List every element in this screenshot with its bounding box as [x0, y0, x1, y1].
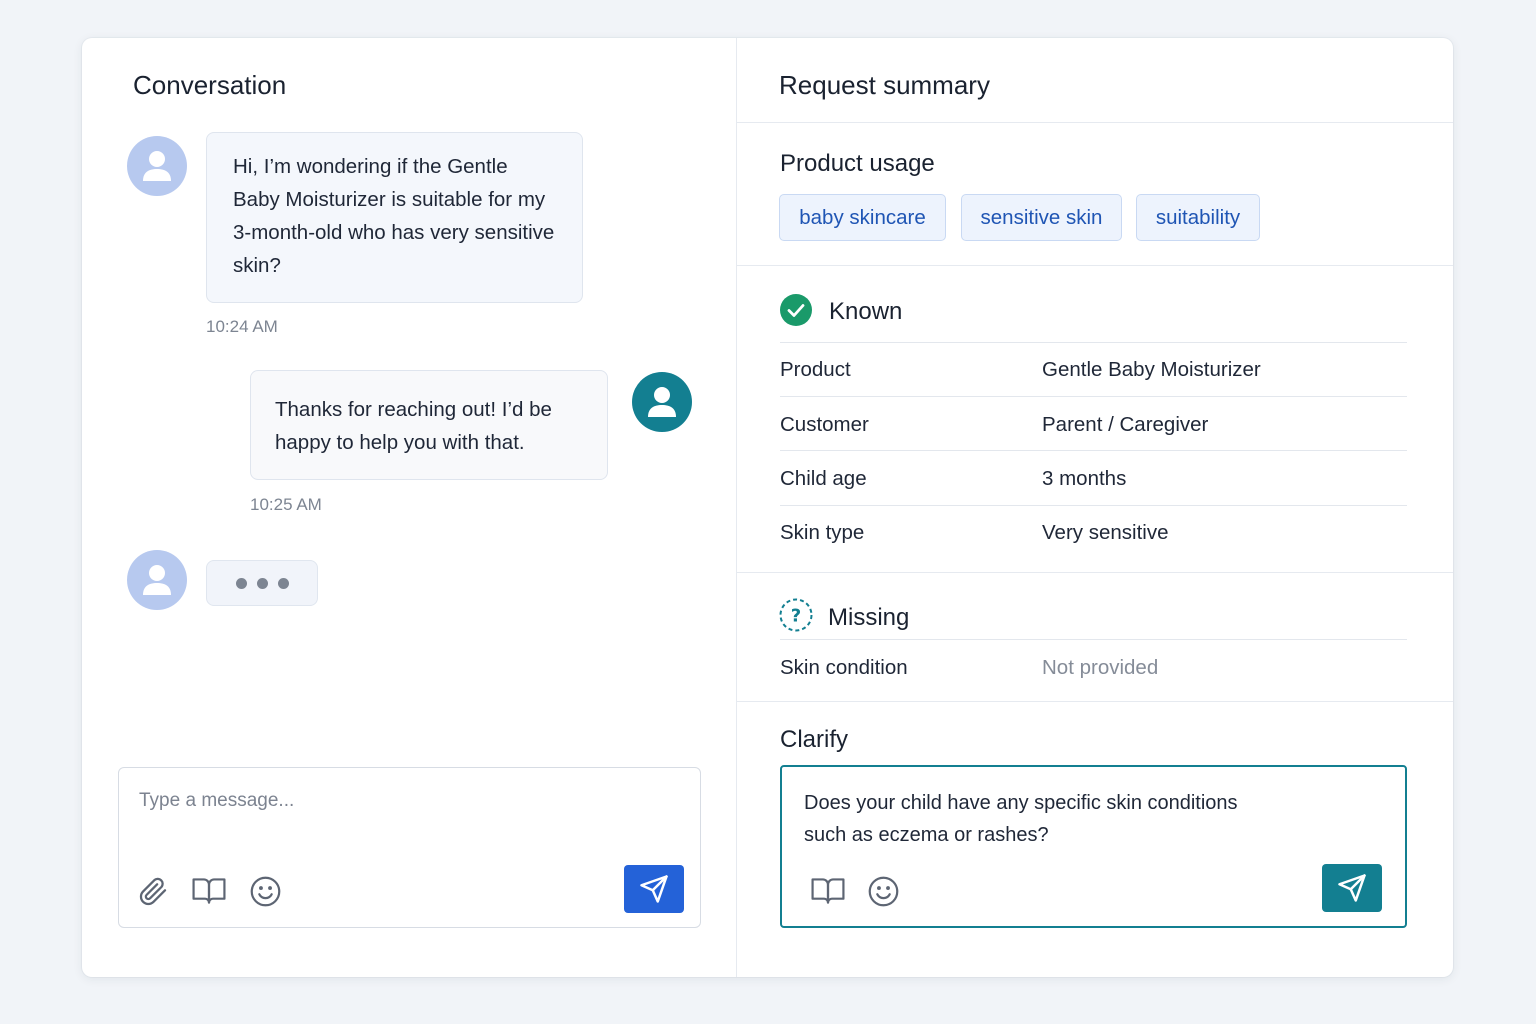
known-label: Known — [829, 298, 903, 325]
message-input[interactable] — [139, 790, 659, 812]
typing-dot — [277, 577, 289, 589]
missing-key-skin-condition: Skin condition — [780, 656, 908, 679]
row-divider — [780, 450, 1407, 451]
agent-message-bubble: Thanks for reaching out! I’d be happy to… — [250, 370, 608, 480]
customer-message-text: Hi, I’m wondering if the Gentle Baby Moi… — [233, 155, 555, 277]
conversation-title: Conversation — [133, 70, 287, 100]
customer-message-time: 10:24 AM — [206, 317, 278, 336]
summary-panel: Request summary Product usage baby skinc… — [737, 38, 1453, 977]
summary-title: Request summary — [779, 70, 990, 100]
send-button[interactable] — [624, 865, 684, 913]
known-value-child-age: 3 months — [1042, 467, 1127, 490]
divider — [737, 701, 1453, 702]
send-icon — [1338, 874, 1366, 902]
row-divider — [780, 505, 1407, 506]
typing-indicator — [206, 560, 318, 606]
known-key-product: Product — [780, 358, 851, 381]
smiley-icon[interactable] — [865, 873, 901, 909]
book-icon[interactable] — [810, 873, 846, 909]
clarify-send-button[interactable] — [1322, 864, 1382, 912]
question-circle-icon: ? — [779, 598, 813, 632]
known-key-skin-type: Skin type — [780, 521, 865, 544]
clarify-question-text[interactable]: Does your child have any specific skin c… — [804, 787, 1274, 851]
book-icon[interactable] — [191, 873, 227, 909]
known-key-child-age: Child age — [780, 467, 867, 490]
clarify-title: Clarify — [780, 726, 849, 753]
user-icon — [648, 387, 676, 417]
main-card: Conversation Hi, I’m wondering if the Ge… — [82, 38, 1453, 977]
svg-text:?: ? — [791, 606, 801, 627]
row-divider — [780, 396, 1407, 397]
paperclip-icon[interactable] — [135, 873, 171, 909]
typing-dot — [235, 577, 247, 589]
missing-label: Missing — [828, 604, 910, 631]
tag-suitability[interactable]: suitability — [1136, 194, 1260, 241]
customer-avatar — [127, 136, 187, 196]
divider — [737, 572, 1453, 573]
customer-message-bubble: Hi, I’m wondering if the Gentle Baby Moi… — [206, 132, 583, 303]
agent-avatar — [632, 372, 692, 432]
smiley-icon[interactable] — [247, 873, 283, 909]
divider — [737, 265, 1453, 266]
known-key-customer: Customer — [780, 413, 869, 436]
agent-message-time: 10:25 AM — [250, 495, 322, 514]
check-circle-icon — [780, 294, 812, 326]
agent-message-text: Thanks for reaching out! I’d be happy to… — [275, 398, 552, 454]
message-composer — [118, 767, 701, 928]
row-divider — [780, 639, 1407, 640]
user-icon — [143, 151, 171, 181]
clarify-composer[interactable]: Does your child have any specific skin c… — [780, 765, 1407, 928]
conversation-panel: Conversation Hi, I’m wondering if the Ge… — [82, 38, 736, 977]
divider — [737, 122, 1453, 123]
product-usage-title: Product usage — [780, 150, 935, 177]
known-value-customer: Parent / Caregiver — [1042, 413, 1209, 436]
send-icon — [640, 875, 668, 903]
tag-sensitive-skin[interactable]: sensitive skin — [961, 194, 1122, 241]
user-icon — [143, 565, 171, 595]
known-value-skin-type: Very sensitive — [1042, 521, 1169, 544]
row-divider — [780, 342, 1407, 343]
tag-baby-skincare[interactable]: baby skincare — [779, 194, 946, 241]
missing-value-skin-condition: Not provided — [1042, 656, 1159, 679]
typing-dot — [256, 577, 268, 589]
customer-avatar-typing — [127, 550, 187, 610]
known-value-product: Gentle Baby Moisturizer — [1042, 358, 1261, 381]
